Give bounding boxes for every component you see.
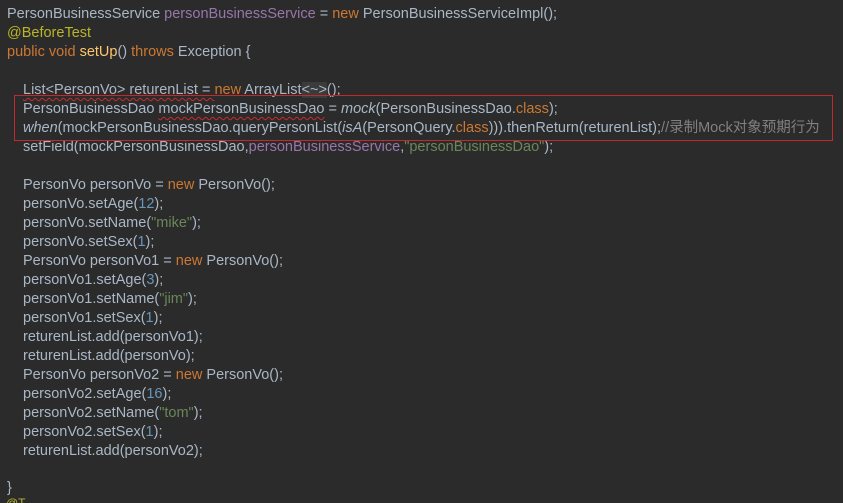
keyword-new: new xyxy=(332,6,359,22)
code-line-1: PersonBusinessService personBusinessServ… xyxy=(7,5,557,24)
declaration: PersonVo personVo2 = xyxy=(23,367,176,383)
code-line-15: personVo1.setName("jim"); xyxy=(23,290,197,309)
code-line-17: returenList.add(personVo1); xyxy=(23,328,203,347)
code-line-23: returenList.add(personVo2); xyxy=(23,442,203,461)
query-call: (mockPersonBusinessDao.queryPersonList( xyxy=(57,120,343,136)
keyword-new: new xyxy=(175,367,203,383)
call-end: ); xyxy=(188,291,197,307)
keyword-void: void xyxy=(48,44,76,60)
class-name: ArrayList xyxy=(244,82,302,98)
method-name: setUp xyxy=(79,44,118,60)
code-line-26-partial: @T xyxy=(6,496,26,503)
string-literal: "mike" xyxy=(151,215,193,231)
code-line-3: public void setUp() throws Exception { xyxy=(7,43,250,62)
method-call: personVo2.setAge( xyxy=(23,386,147,402)
string-literal: "tom" xyxy=(159,405,194,421)
code-line-12: personVo.setSex(1); xyxy=(23,233,154,252)
call-end: ); xyxy=(162,386,172,402)
call-end: ); xyxy=(548,101,558,117)
method-call: personVo.setSex( xyxy=(23,234,138,250)
constructor-call: PersonVo(); xyxy=(202,253,283,269)
code-line-22: personVo2.setSex(1); xyxy=(23,423,162,442)
code-line-9: PersonVo personVo = new PersonVo(); xyxy=(23,176,275,195)
code-line-7: setField(mockPersonBusinessDao,personBus… xyxy=(23,138,553,157)
isa-call: isA xyxy=(342,120,363,136)
method-call: personVo1.setAge( xyxy=(23,272,147,288)
then-return: ))).thenReturn(returenList); xyxy=(488,120,662,136)
method-call: personVo2.setName( xyxy=(23,405,160,421)
annotation: @T xyxy=(6,496,26,503)
call-end: (); xyxy=(326,82,341,98)
string-literal: "personBusinessDao" xyxy=(404,139,545,155)
constructor-call: PersonVo(); xyxy=(202,367,283,383)
code-line-19: PersonVo personVo2 = new PersonVo(); xyxy=(23,366,283,385)
method-parens: () xyxy=(117,44,128,60)
call-end: ); xyxy=(154,196,164,212)
method-call: personVo1.setSex( xyxy=(23,310,146,326)
call-end: ); xyxy=(154,272,164,288)
field-name: personBusinessService xyxy=(164,6,316,22)
method-call: personVo2.setSex( xyxy=(23,424,146,440)
code-line-16: personVo1.setSex(1); xyxy=(23,309,162,328)
code-line-6: when(mockPersonBusinessDao.queryPersonLi… xyxy=(23,119,820,138)
operator: = xyxy=(324,101,341,117)
type-name: PersonBusinessDao xyxy=(23,101,155,117)
code-line-2: @BeforeTest xyxy=(7,24,91,43)
code-line-11: personVo.setName("mike"); xyxy=(23,214,201,233)
method-call: returenList.add(personVo); xyxy=(23,348,195,364)
number-literal: 16 xyxy=(146,386,163,402)
call-end: ); xyxy=(153,424,163,440)
number-literal: 1 xyxy=(145,310,154,326)
call-end: ); xyxy=(192,215,201,231)
code-line-10: personVo.setAge(12); xyxy=(23,195,163,214)
method-call: personVo1.setName( xyxy=(23,291,160,307)
keyword-class: class xyxy=(515,101,549,117)
keyword-public: public xyxy=(7,44,45,60)
call-end: ); xyxy=(544,139,554,155)
number-literal: 1 xyxy=(145,424,154,440)
code-line-14: personVo1.setAge(3); xyxy=(23,271,163,290)
argument: (PersonBusinessDao. xyxy=(375,101,516,117)
method-call: returenList.add(personVo1); xyxy=(23,329,203,345)
constructor-call: PersonBusinessServiceImpl(); xyxy=(362,6,558,22)
method-call: personVo.setAge( xyxy=(23,196,139,212)
method-call: returenList.add(personVo2); xyxy=(23,443,203,459)
argument: (PersonQuery. xyxy=(362,120,456,136)
number-literal: 1 xyxy=(137,234,146,250)
declaration: PersonVo personVo = xyxy=(23,177,168,193)
mock-call: mock xyxy=(340,101,376,117)
operator: = xyxy=(319,6,329,22)
closing-brace: } xyxy=(7,480,12,496)
exception-type: Exception { xyxy=(177,44,251,60)
comment: //录制Mock对象预期行为 xyxy=(661,120,820,136)
diamond-hint: <~> xyxy=(301,82,327,98)
code-editor[interactable]: PersonBusinessService personBusinessServ… xyxy=(0,0,843,503)
code-line-4: List<PersonVo> returenList = new ArrayLi… xyxy=(23,81,341,100)
keyword-new: new xyxy=(175,253,203,269)
list-declaration: List<PersonVo> returenList = xyxy=(23,82,215,98)
field-name: personBusinessService xyxy=(248,139,401,155)
number-literal: 12 xyxy=(138,196,155,212)
keyword-class: class xyxy=(455,120,489,136)
keyword-throws: throws xyxy=(131,44,174,60)
code-line-21: personVo2.setName("tom"); xyxy=(23,404,203,423)
code-line-13: PersonVo personVo1 = new PersonVo(); xyxy=(23,252,283,271)
string-literal: "jim" xyxy=(159,291,189,307)
method-call: personVo.setName( xyxy=(23,215,152,231)
call-end: ); xyxy=(193,405,203,421)
code-line-5: PersonBusinessDao mockPersonBusinessDao … xyxy=(23,100,558,119)
call-end: ); xyxy=(153,310,163,326)
annotation: @BeforeTest xyxy=(7,25,92,41)
type-name: PersonBusinessService xyxy=(7,6,161,22)
variable-name: mockPersonBusinessDao xyxy=(158,101,325,117)
when-call: when xyxy=(23,120,58,136)
declaration: PersonVo personVo1 = xyxy=(23,253,176,269)
code-line-20: personVo2.setAge(16); xyxy=(23,385,171,404)
keyword-new: new xyxy=(167,177,195,193)
setfield-call: setField(mockPersonBusinessDao, xyxy=(23,139,249,155)
code-line-18: returenList.add(personVo); xyxy=(23,347,195,366)
call-end: ); xyxy=(145,234,155,250)
keyword-new: new xyxy=(214,82,242,98)
constructor-call: PersonVo(); xyxy=(194,177,275,193)
